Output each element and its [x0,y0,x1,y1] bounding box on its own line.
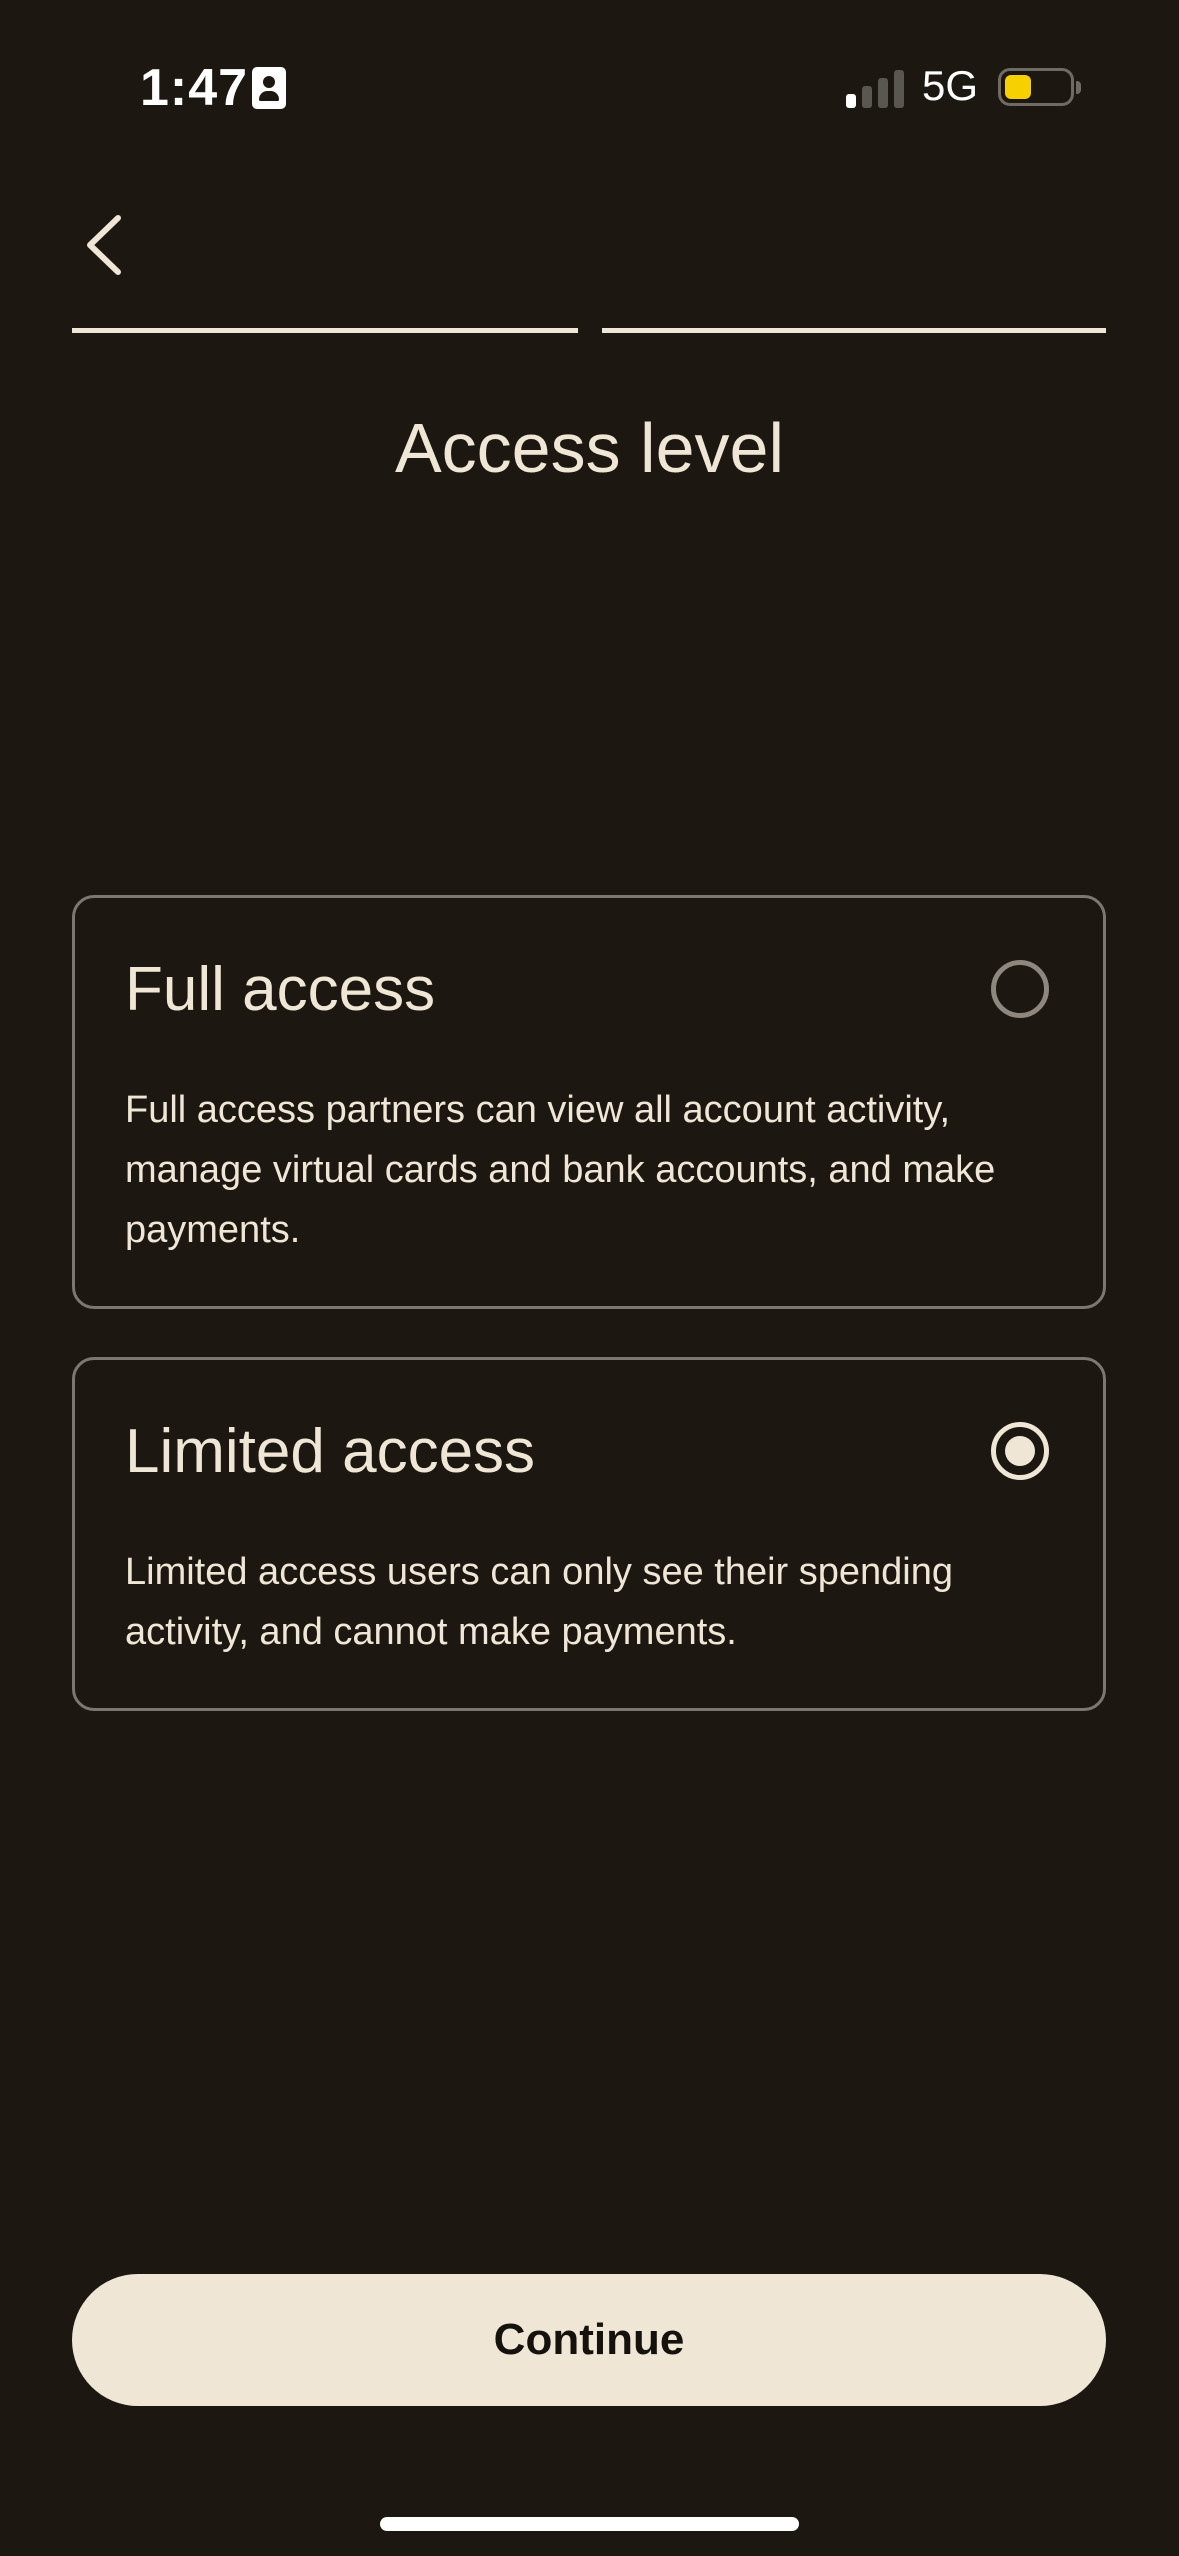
back-button[interactable] [70,200,140,290]
progress-step-1 [72,328,578,333]
radio-unselected-icon[interactable] [991,960,1049,1018]
option-full-access[interactable]: Full access Full access partners can vie… [72,895,1106,1309]
option-limited-access[interactable]: Limited access Limited access users can … [72,1357,1106,1711]
page-title: Access level [394,409,785,487]
option-title: Limited access [125,1417,536,1486]
radio-selected-icon[interactable] [991,1422,1049,1480]
status-time: 1:47 [140,59,249,117]
option-description: Limited access users can only see their … [125,1551,954,1653]
network-type: 5G [922,62,979,109]
contact-card-icon [252,67,286,109]
progress-step-2 [602,328,1106,333]
option-description: Full access partners can view all accoun… [125,1089,996,1251]
chevron-left-icon [87,215,121,275]
continue-button[interactable]: Continue [72,2274,1106,2406]
cellular-signal-icon [846,70,904,108]
battery-icon [998,68,1081,106]
home-indicator[interactable] [380,2517,799,2531]
option-title: Full access [125,955,436,1024]
